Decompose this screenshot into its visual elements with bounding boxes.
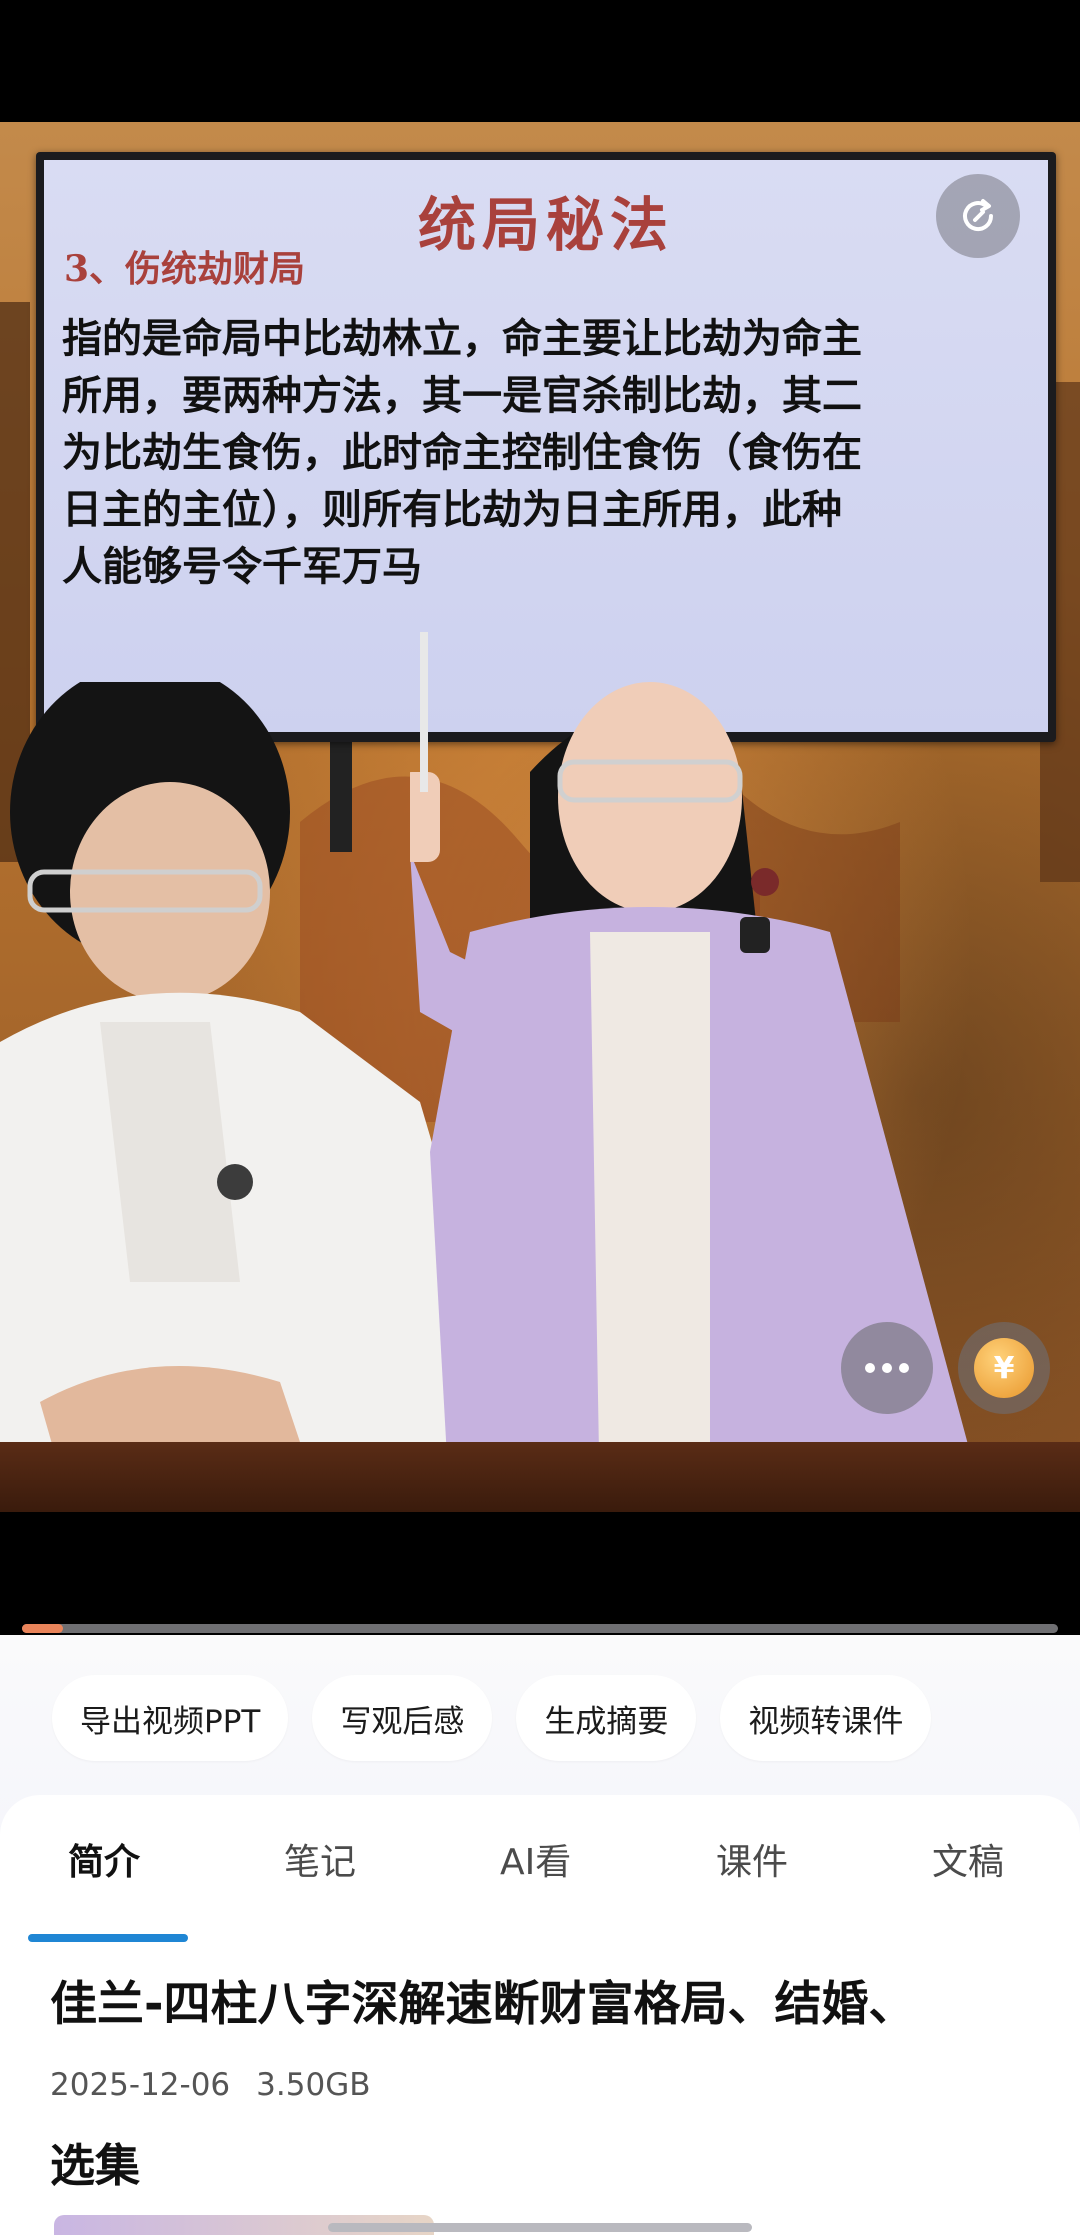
- episodes-heading: 选集: [50, 2139, 141, 2192]
- slide-line: 所用，要两种方法，其一是官杀制比劫，其二: [62, 372, 862, 419]
- video-size: 3.50GB: [256, 2067, 371, 2103]
- home-indicator: [328, 2223, 752, 2232]
- video-player[interactable]: 统局秘法 3、伤统劫财局 指的是命局中比劫林立，命主要让比劫为命主 所用，要两种…: [0, 122, 1080, 1512]
- desk: [0, 1442, 1080, 1512]
- more-button[interactable]: [841, 1322, 933, 1414]
- coin-glyph: ¥: [993, 1350, 1015, 1386]
- ai-action-chips: 导出视频PPT 写观后感 生成摘要 视频转课件: [52, 1675, 932, 1761]
- slide-line: 为比劫生食伤，此时命主控制住食伤（食伤在: [62, 429, 862, 476]
- generate-summary-button[interactable]: 生成摘要: [516, 1675, 697, 1761]
- more-dots-icon: [865, 1363, 909, 1373]
- export-ppt-button[interactable]: 导出视频PPT: [52, 1675, 289, 1761]
- detail-sheet: 简介 笔记 AI看 课件 文稿 佳兰-四柱八字深解速断财富格局、结婚、 2025…: [0, 1795, 1080, 2235]
- tab-transcript[interactable]: 文稿: [932, 1833, 1004, 1885]
- tab-courseware[interactable]: 课件: [716, 1833, 788, 1885]
- video-progress-fill: [22, 1624, 64, 1633]
- video-date: 2025-12-06: [50, 2067, 231, 2103]
- video-meta: 2025-12-06 3.50GB: [50, 2067, 370, 2103]
- slide-subtitle: 3、伤统劫财局: [64, 248, 306, 290]
- slide-line: 日主的主位），则所有比劫为日主所用，此种: [62, 486, 842, 533]
- reward-button[interactable]: ¥: [958, 1322, 1050, 1414]
- video-info-panel: 导出视频PPT 写观后感 生成摘要 视频转课件 简介 笔记 AI看 课件 文稿 …: [0, 1635, 1080, 2235]
- tab-notes[interactable]: 笔记: [284, 1833, 356, 1885]
- coin-icon: ¥: [974, 1338, 1034, 1398]
- rotate-button[interactable]: [936, 174, 1020, 258]
- active-tab-indicator: [28, 1934, 188, 1942]
- slide-line: 人能够号令千军万马: [62, 543, 422, 590]
- tab-intro[interactable]: 简介: [68, 1833, 140, 1885]
- write-review-button[interactable]: 写观后感: [312, 1675, 493, 1761]
- slide-line: 指的是命局中比劫林立，命主要让比劫为命主: [62, 315, 862, 362]
- refresh-icon: [963, 199, 994, 232]
- tab-ai-watch[interactable]: AI看: [500, 1833, 571, 1885]
- slide-body: 指的是命局中比劫林立，命主要让比劫为命主 所用，要两种方法，其一是官杀制比劫，其…: [62, 310, 1032, 595]
- video-progress-bar[interactable]: [22, 1624, 1058, 1633]
- presenter-right: [410, 632, 970, 1512]
- video-to-courseware-button[interactable]: 视频转课件: [720, 1675, 932, 1761]
- tab-bar: 简介 笔记 AI看 课件 文稿: [0, 1833, 1080, 1942]
- video-title: 佳兰-四柱八字深解速断财富格局、结婚、: [50, 1977, 916, 2032]
